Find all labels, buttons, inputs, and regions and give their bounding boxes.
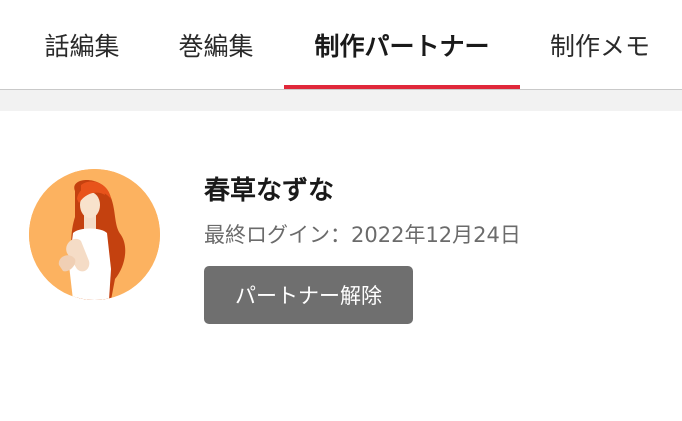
partner-name: 春草なずな (204, 176, 335, 206)
active-tab-indicator (284, 85, 520, 89)
tab-production-partner[interactable]: 制作パートナー (284, 0, 520, 90)
woman-avatar-icon (29, 169, 160, 300)
partner-page: 話編集 巻編集 制作パートナー 制作メモ 春草なずな 最終ログイン：2022年1… (0, 0, 682, 421)
unpartner-button[interactable]: パートナー解除 (204, 266, 413, 324)
tab-bar: 話編集 巻編集 制作パートナー 制作メモ (0, 0, 682, 90)
last-login-text: 最終ログイン：2022年12月24日 (204, 223, 521, 247)
tab-volume-edit[interactable]: 巻編集 (156, 0, 276, 90)
tab-episode-edit[interactable]: 話編集 (22, 0, 142, 90)
tab-production-memo[interactable]: 制作メモ (532, 0, 682, 90)
section-divider (0, 90, 682, 111)
avatar (29, 169, 160, 300)
